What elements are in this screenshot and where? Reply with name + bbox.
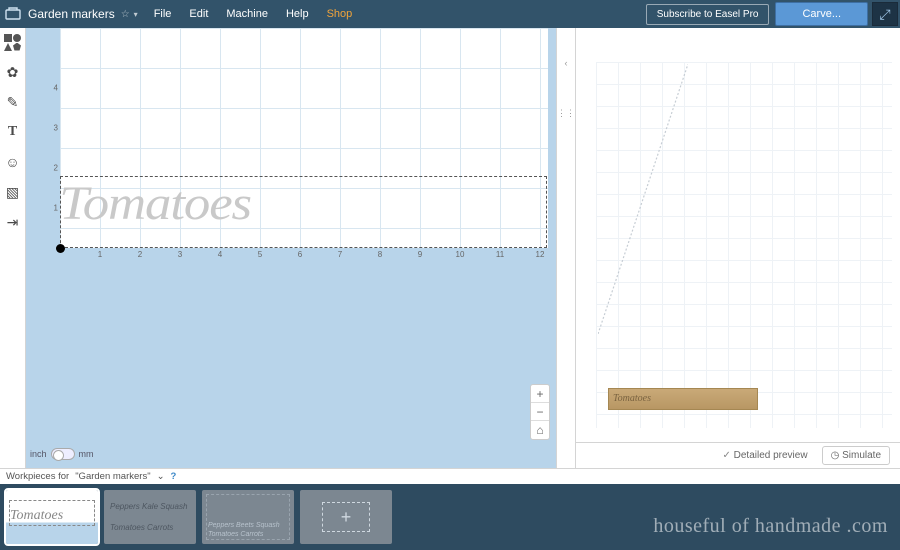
preview-canvas-3d[interactable]: Tomatoes Detailed preview Simulate [576,28,900,468]
project-title[interactable]: Garden markers [26,7,121,21]
thumb3-row1: Peppers Beets Squash [208,522,288,529]
unit-toggle[interactable]: inch mm [30,448,94,460]
pane-divider[interactable]: ‹ ⋮⋮ [556,28,576,468]
ruler-vertical: 1 2 3 4 [48,28,60,248]
add-workpiece-icon: + [322,502,370,532]
workpiece-thumb-3[interactable]: Peppers Beets Squash Tomatoes Carrots [202,490,294,544]
zoom-in-button[interactable]: + [531,385,549,403]
ruler-x-tick: 9 [418,250,422,259]
workpieces-project-name: "Garden markers" [75,471,150,482]
zoom-controls: + − ⌂ [530,384,550,440]
collapse-left-icon[interactable]: ‹ [565,58,568,68]
menu-edit[interactable]: Edit [189,8,208,20]
menu-file[interactable]: File [154,8,172,20]
shapes-icon [4,34,21,51]
ruler-horizontal: 1 2 3 4 5 6 7 8 9 10 11 12 [60,250,548,262]
thumb2-row1: Peppers Kale Squash [110,503,190,511]
apps-tool[interactable]: ▧ [3,182,23,202]
ruler-x-tick: 12 [536,250,545,259]
emoji-tool[interactable]: ☺ [3,152,23,172]
menu-shop[interactable]: Shop [327,8,353,20]
ruler-y-tick: 1 [54,204,58,213]
workpieces-help-icon[interactable]: ? [171,471,177,482]
workpieces-dropdown-icon[interactable]: ⌄ [157,471,165,482]
perspective-edge-icon [598,64,688,334]
pen-tool[interactable]: ✎ [3,92,23,112]
main-split: ✿ ✎ T ☺ ▧ ⇥ 1 2 3 4 1 2 3 4 5 6 7 8 9 10… [0,28,900,468]
ruler-x-tick: 1 [98,250,102,259]
detailed-preview-toggle[interactable]: Detailed preview [722,450,807,461]
zoom-home-button[interactable]: ⌂ [531,421,549,439]
ruler-x-tick: 4 [218,250,222,259]
origin-point-icon[interactable] [56,244,65,253]
zoom-out-button[interactable]: − [531,403,549,421]
unit-toggle-switch[interactable] [51,448,75,460]
thumb3-row2: Tomatoes Carrots [208,531,288,538]
main-menu: File Edit Machine Help Shop [148,8,353,20]
text-tool[interactable]: T [3,122,23,142]
menu-machine[interactable]: Machine [226,8,268,20]
workpieces-footer: Tomatoes Peppers Kale Squash Tomatoes Ca… [0,484,900,550]
preview-footer: Detailed preview Simulate [576,442,900,468]
unit-inch-label: inch [30,449,47,459]
ruler-x-tick: 7 [338,250,342,259]
workpieces-label-prefix: Workpieces for [6,471,69,482]
ruler-y-tick: 4 [54,84,58,93]
workpiece-thumb-1[interactable]: Tomatoes [6,490,98,544]
project-dropdown-icon[interactable]: ▾ [134,10,148,19]
ruler-x-tick: 2 [138,250,142,259]
ruler-x-tick: 11 [496,250,504,259]
import-tool[interactable]: ⇥ [3,212,23,232]
unit-mm-label: mm [79,449,94,459]
carve-button[interactable]: Carve... [775,2,868,26]
ruler-x-tick: 3 [178,250,182,259]
ruler-x-tick: 5 [258,250,262,259]
simulate-button[interactable]: Simulate [822,446,890,465]
thumb2-row2: Tomatoes Carrots [110,524,190,532]
fullscreen-crosshair-icon[interactable]: ⤢ [872,2,898,26]
toolbox: ✿ ✎ T ☺ ▧ ⇥ [0,28,26,468]
ruler-x-tick: 8 [378,250,382,259]
add-workpiece-button[interactable]: + [300,490,392,544]
project-icon [0,0,26,28]
divider-handle-icon[interactable]: ⋮⋮ [557,108,575,119]
menu-help[interactable]: Help [286,8,309,20]
preview-stock-text: Tomatoes [609,389,757,409]
workpieces-bar: Workpieces for "Garden markers" ⌄ ? [0,468,900,484]
ruler-x-tick: 10 [456,250,465,259]
thumb1-text: Tomatoes [10,508,63,524]
app-header: Garden markers ☆ ▾ File Edit Machine Hel… [0,0,900,28]
ruler-y-tick: 3 [54,124,58,133]
subscribe-button[interactable]: Subscribe to Easel Pro [646,4,770,25]
design-text-object[interactable]: Tomatoes [59,176,251,231]
ruler-x-tick: 6 [298,250,302,259]
design-canvas-2d[interactable]: 1 2 3 4 1 2 3 4 5 6 7 8 9 10 11 12 Tomat… [26,28,556,468]
icon-library-tool[interactable]: ✿ [3,62,23,82]
favorite-star-icon[interactable]: ☆ [121,9,134,20]
shapes-tool[interactable] [3,32,23,52]
workpiece-thumb-2[interactable]: Peppers Kale Squash Tomatoes Carrots [104,490,196,544]
ruler-y-tick: 2 [54,164,58,173]
preview-stock: Tomatoes [608,388,758,410]
